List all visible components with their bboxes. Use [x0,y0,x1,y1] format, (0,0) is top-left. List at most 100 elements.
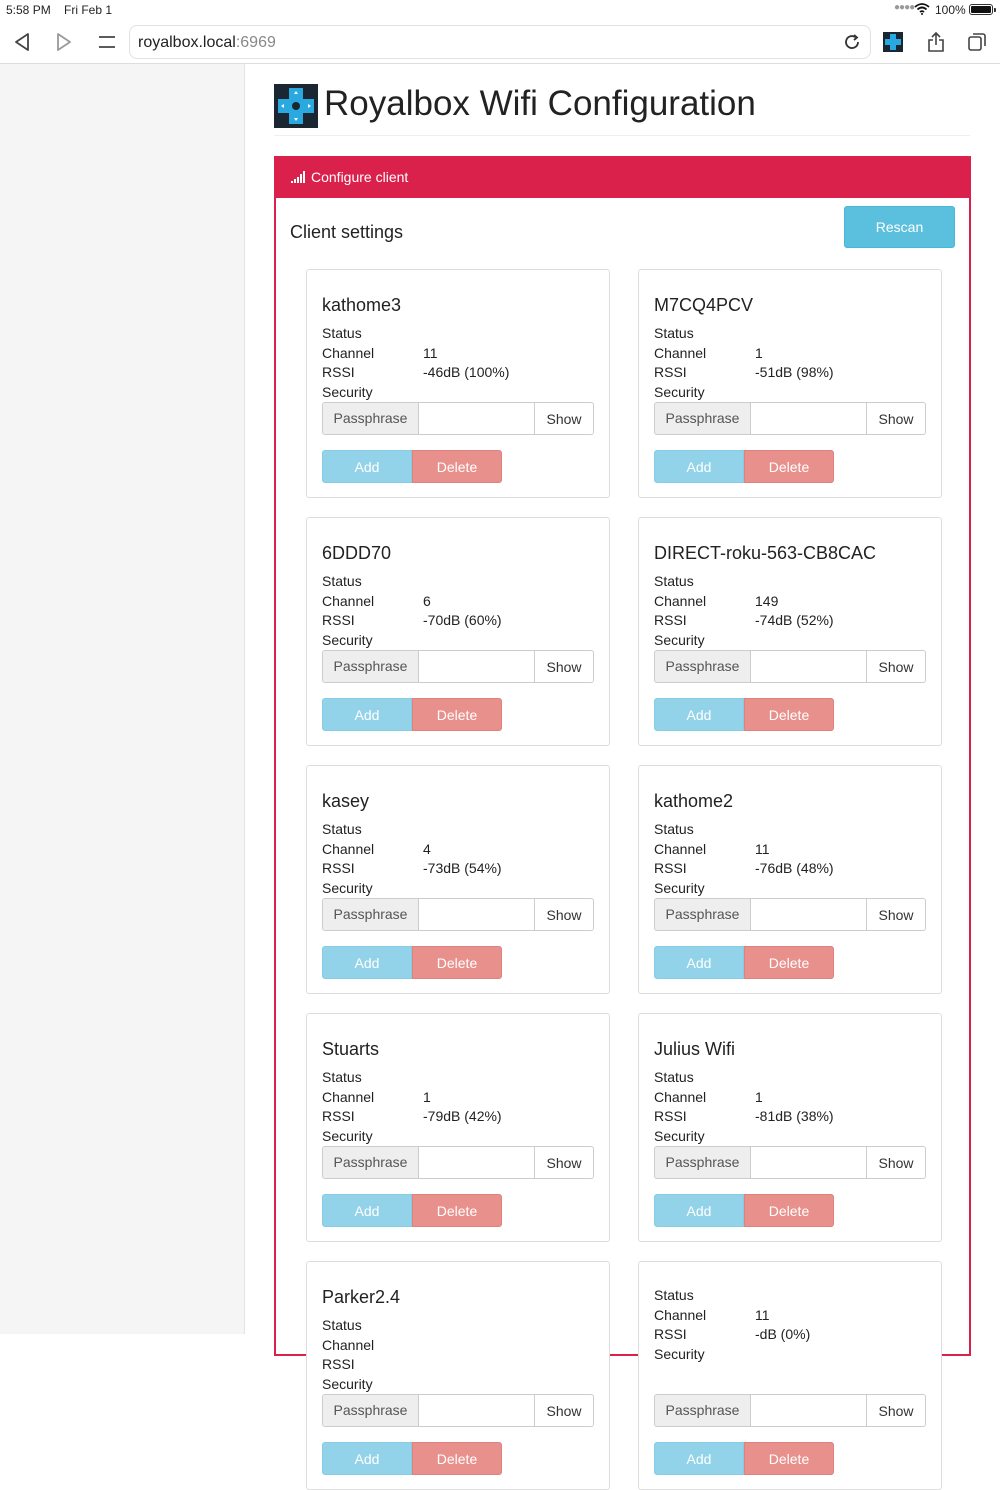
channel-value: 4 [423,841,431,857]
security-label: Security [322,384,373,400]
panel-heading-label: Configure client [311,169,409,185]
passphrase-input[interactable] [750,650,867,683]
passphrase-input[interactable] [418,650,535,683]
add-network-button[interactable]: Add [654,450,744,483]
show-passphrase-button[interactable]: Show [534,898,594,931]
channel-label: Channel [322,841,375,857]
add-network-button[interactable]: Add [654,698,744,731]
passphrase-input[interactable] [750,402,867,435]
network-card: 6DDD70 Status Channel 6 RSSI -70dB (60%)… [306,517,610,746]
delete-network-button[interactable]: Delete [412,450,502,483]
rssi-value: -46dB (100%) [423,364,510,380]
passphrase-addon: Passphrase [654,402,751,435]
channel-label: Channel [654,1089,707,1105]
status-time: 5:58 PM [6,3,51,17]
add-network-button[interactable]: Add [654,946,744,979]
delete-network-button[interactable]: Delete [412,698,502,731]
security-label: Security [654,1128,705,1144]
show-passphrase-button[interactable]: Show [866,402,926,435]
passphrase-addon: Passphrase [322,1146,419,1179]
network-ssid: Parker2.4 [322,1287,401,1307]
security-label: Security [654,632,705,648]
delete-network-button[interactable]: Delete [744,946,834,979]
add-network-button[interactable]: Add [322,698,412,731]
passphrase-group: Passphrase Show [654,402,926,435]
channel-label: Channel [322,593,375,609]
extension-icon[interactable] [879,28,907,56]
rssi-label: RSSI [654,1326,687,1342]
delete-network-button[interactable]: Delete [412,946,502,979]
status-date: Fri Feb 1 [64,3,113,17]
add-network-button[interactable]: Add [654,1194,744,1227]
add-network-button[interactable]: Add [322,1442,412,1475]
network-ssid: M7CQ4PCV [654,295,754,315]
channel-value: 11 [755,841,770,857]
rssi-label: RSSI [322,860,355,876]
passphrase-input[interactable] [418,1146,535,1179]
delete-network-button[interactable]: Delete [744,1194,834,1227]
browser-toolbar: royalbox.local:6969 [0,20,1000,64]
show-passphrase-button[interactable]: Show [534,1146,594,1179]
passphrase-addon: Passphrase [322,402,419,435]
channel-value: 1 [423,1089,431,1105]
page-header: Royalbox Wifi Configuration [274,82,970,136]
passphrase-input[interactable] [418,1394,535,1427]
forward-icon[interactable] [50,28,78,56]
show-passphrase-button[interactable]: Show [866,898,926,931]
add-network-button[interactable]: Add [654,1442,744,1475]
delete-network-button[interactable]: Delete [744,1442,834,1475]
url-text: royalbox.local:6969 [138,34,276,51]
network-card: kathome3 Status Channel 11 RSSI -46dB (1… [306,269,610,498]
royalbox-logo [274,84,318,128]
show-passphrase-button[interactable]: Show [534,1394,594,1427]
share-icon[interactable] [922,28,950,56]
add-network-button[interactable]: Add [322,450,412,483]
rssi-label: RSSI [322,612,355,628]
delete-network-button[interactable]: Delete [412,1442,502,1475]
rssi-value: -76dB (48%) [755,860,834,876]
reader-menu-icon[interactable] [93,28,121,56]
passphrase-group: Passphrase Show [654,1394,926,1427]
tabs-icon[interactable] [963,28,991,56]
channel-value: 1 [755,1089,763,1105]
network-ssid: kathome3 [322,295,402,315]
channel-value: 11 [755,1307,770,1323]
add-network-button[interactable]: Add [322,946,412,979]
back-icon[interactable] [8,28,36,56]
rssi-value: -51dB (98%) [755,364,834,380]
passphrase-input[interactable] [418,898,535,931]
delete-network-button[interactable]: Delete [412,1194,502,1227]
rssi-value: -81dB (38%) [755,1108,834,1124]
passphrase-input[interactable] [750,1146,867,1179]
passphrase-addon: Passphrase [654,898,751,931]
configure-client-panel: Configure client Client settings Rescan … [274,156,971,1490]
show-passphrase-button[interactable]: Show [534,650,594,683]
reload-icon[interactable] [840,30,864,54]
passphrase-input[interactable] [418,402,535,435]
show-passphrase-button[interactable]: Show [866,1394,926,1427]
rssi-value: -79dB (42%) [423,1108,502,1124]
channel-label: Channel [654,841,707,857]
status-bar: 5:58 PM Fri Feb 1 ●●●● 100% [0,0,1000,20]
address-bar[interactable]: royalbox.local:6969 [129,25,871,59]
show-passphrase-button[interactable]: Show [534,402,594,435]
passphrase-input[interactable] [750,898,867,931]
passphrase-group: Passphrase Show [322,898,594,931]
sidebar [0,64,245,1334]
show-passphrase-button[interactable]: Show [866,1146,926,1179]
passphrase-group: Passphrase Show [322,402,594,435]
status-label: Status [322,1317,362,1333]
passphrase-input[interactable] [750,1394,867,1427]
delete-network-button[interactable]: Delete [744,698,834,731]
passphrase-addon: Passphrase [322,650,419,683]
show-passphrase-button[interactable]: Show [866,650,926,683]
network-card: Status Channel 11 RSSI -dB (0%) Security… [638,1261,942,1490]
status-label: Status [654,1069,694,1085]
passphrase-addon: Passphrase [322,898,419,931]
passphrase-addon: Passphrase [654,1394,751,1427]
add-network-button[interactable]: Add [322,1194,412,1227]
delete-network-button[interactable]: Delete [744,450,834,483]
rssi-label: RSSI [654,612,687,628]
rescan-button[interactable]: Rescan [844,206,955,248]
client-settings-title: Client settings [290,222,404,242]
